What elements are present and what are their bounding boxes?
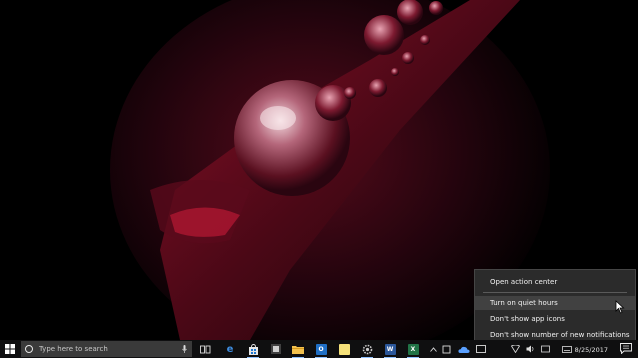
- keyboard-button[interactable]: [562, 344, 572, 354]
- mouse-cursor-icon: [615, 300, 625, 314]
- outlook-button[interactable]: O: [313, 340, 329, 358]
- chevron-up-icon: [429, 346, 437, 352]
- tray-status-icon: [540, 345, 550, 353]
- edge-button[interactable]: e: [222, 340, 238, 358]
- tray-app-2-button[interactable]: [475, 344, 487, 354]
- open-action-center-item[interactable]: Open action center: [475, 275, 635, 289]
- tray-app-2-icon: [476, 345, 486, 353]
- search-box[interactable]: Type here to search: [21, 341, 192, 357]
- gear-icon: [362, 344, 372, 354]
- task-view-button[interactable]: [197, 340, 213, 358]
- turn-on-quiet-hours-item[interactable]: Turn on quiet hours: [475, 296, 635, 310]
- excel-button[interactable]: X: [405, 340, 421, 358]
- dont-show-app-icons-item[interactable]: Don't show app icons: [475, 312, 635, 326]
- edge-icon: e: [226, 343, 234, 355]
- network-button[interactable]: [510, 344, 520, 354]
- word-icon: W: [384, 343, 396, 355]
- clock-date[interactable]: 8/25/2017: [575, 346, 608, 354]
- sticky-notes-button[interactable]: [336, 340, 352, 358]
- store-icon: [248, 343, 258, 355]
- windows-logo-icon: [5, 344, 15, 354]
- cloud-icon: [458, 346, 470, 353]
- speaker-icon: [526, 345, 533, 353]
- file-explorer-button[interactable]: [290, 340, 306, 358]
- tray-app-button[interactable]: [441, 344, 451, 354]
- volume-button[interactable]: [525, 344, 535, 354]
- wifi-icon: [510, 345, 520, 353]
- search-placeholder: Type here to search: [39, 345, 108, 353]
- tray-app-icon: [442, 345, 450, 353]
- folder-icon: [292, 346, 304, 354]
- menu-separator: [483, 292, 627, 293]
- pinned-app-icon: [271, 344, 281, 354]
- start-button[interactable]: [0, 340, 20, 358]
- cortana-icon: [25, 345, 33, 353]
- onedrive-button[interactable]: [458, 344, 470, 354]
- settings-button[interactable]: [359, 340, 375, 358]
- store-button[interactable]: [245, 340, 261, 358]
- excel-icon: X: [407, 343, 419, 355]
- taskbar: Type here to search e O W X 8/25/2017: [0, 340, 638, 358]
- show-hidden-icons-button[interactable]: [429, 344, 437, 354]
- microphone-icon[interactable]: [182, 345, 187, 353]
- outlook-icon: O: [315, 343, 327, 355]
- word-button[interactable]: W: [382, 340, 398, 358]
- task-view-icon: [199, 345, 210, 353]
- edge-pinned-button[interactable]: [268, 340, 284, 358]
- action-center-icon[interactable]: [620, 343, 632, 354]
- notification-context-menu: Open action center Turn on quiet hours D…: [474, 269, 636, 343]
- keyboard-icon: [562, 345, 572, 353]
- sticky-notes-icon: [338, 343, 350, 355]
- battery-button[interactable]: [540, 344, 550, 354]
